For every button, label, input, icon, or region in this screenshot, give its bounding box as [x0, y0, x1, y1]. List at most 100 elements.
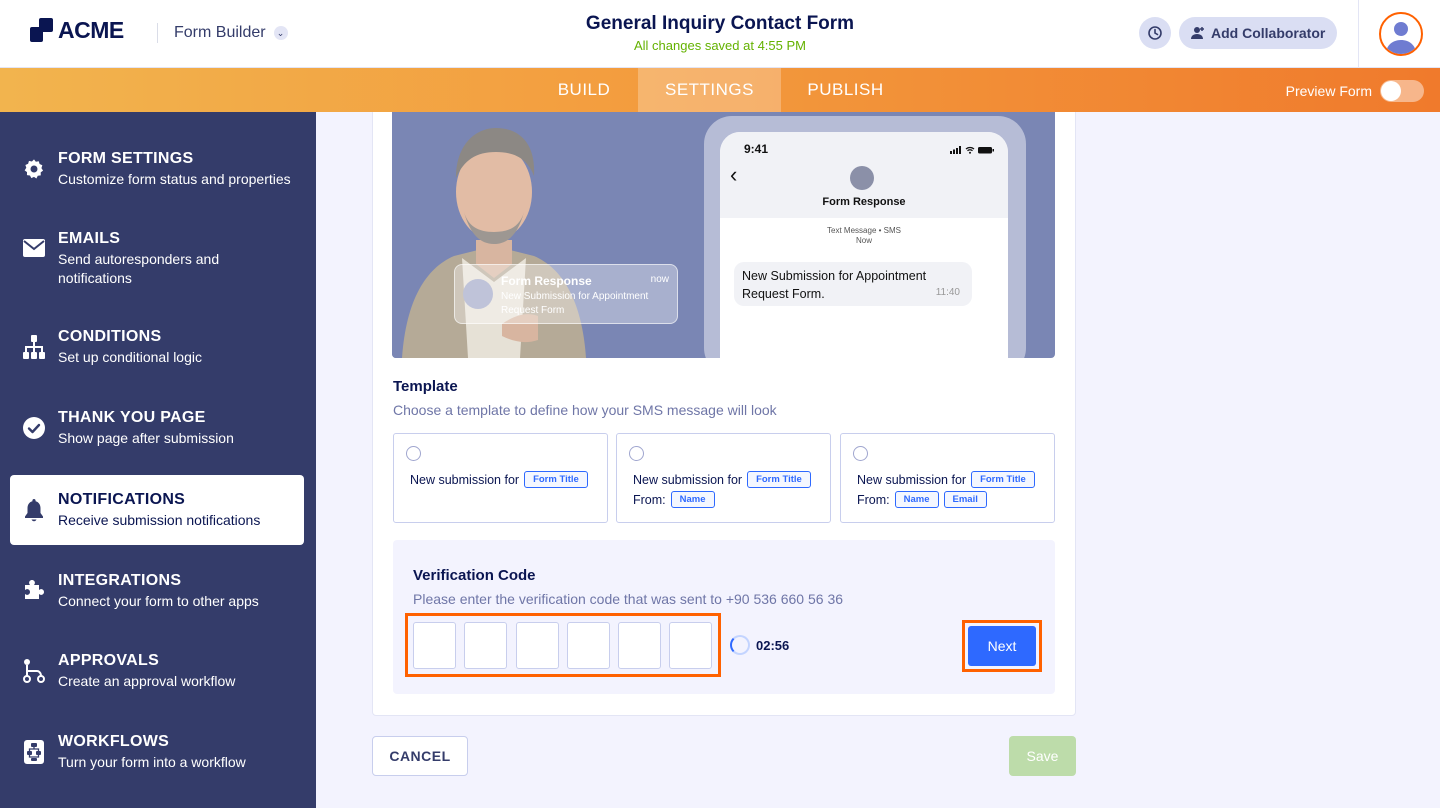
template-from-text: From: — [633, 492, 666, 507]
sidebar-item-subtitle: Set up conditional logic — [58, 348, 202, 365]
check-circle-icon — [22, 416, 46, 440]
form-title-area: General Inquiry Contact Form All changes… — [520, 13, 920, 53]
name-tag: Name — [670, 491, 715, 508]
template-option-1[interactable]: New submission for Form Title — [393, 433, 608, 523]
template-line: New submission for Form Title — [633, 471, 811, 488]
form-title-tag: Form Title — [524, 471, 588, 488]
user-icon — [1386, 22, 1416, 54]
notification-body: New Submission for Appointment Request F… — [501, 291, 649, 316]
preview-form-control: Preview Form — [1286, 80, 1424, 102]
builder-nav-bar: BUILD SETTINGS PUBLISH Preview Form — [0, 68, 1440, 112]
notification-title: Form Response — [501, 274, 592, 288]
gear-icon — [22, 157, 46, 181]
sidebar-item-title: FORM SETTINGS — [58, 149, 194, 167]
back-chevron-icon: ‹ — [730, 162, 738, 187]
template-from-line: From: Name — [633, 491, 715, 508]
avatar-divider — [1358, 0, 1359, 68]
preview-form-toggle[interactable] — [1380, 80, 1424, 102]
save-status: All changes saved at 4:55 PM — [634, 38, 806, 53]
user-avatar[interactable] — [1379, 12, 1423, 56]
revision-history-button[interactable] — [1139, 17, 1171, 49]
template-section-title: Template — [393, 378, 458, 395]
sms-message-time: 11:40 — [935, 287, 960, 298]
verification-code-group — [405, 613, 721, 677]
verification-panel: Verification Code Please enter the verif… — [393, 540, 1055, 694]
template-option-2[interactable]: New submission for Form Title From: Name — [616, 433, 831, 523]
sidebar-item-integrations[interactable]: INTEGRATIONS Connect your form to other a… — [10, 556, 304, 626]
template-from-text: From: — [857, 492, 890, 507]
template-radio[interactable] — [406, 446, 421, 461]
sms-header: 9:41 ‹ Form Response — [720, 132, 1008, 218]
notification-time: now — [650, 274, 669, 285]
sidebar-item-title: THANK YOU PAGE — [58, 408, 206, 426]
save-button[interactable]: Save — [1009, 736, 1076, 776]
code-digit-4[interactable] — [567, 622, 610, 669]
verification-title: Verification Code — [413, 567, 536, 584]
sms-meta: Text Message • SMS Now — [720, 226, 1008, 246]
name-tag: Name — [894, 491, 939, 508]
template-from-line: From: Name Email — [857, 491, 987, 508]
code-digit-2[interactable] — [464, 622, 507, 669]
tab-settings[interactable]: SETTINGS — [638, 68, 781, 112]
sidebar-item-notifications[interactable]: NOTIFICATIONS Receive submission notifica… — [10, 475, 304, 545]
spinner-icon — [730, 635, 750, 655]
form-title-tag: Form Title — [747, 471, 811, 488]
envelope-icon — [22, 236, 46, 260]
app-switcher[interactable]: Form Builder ⌄ — [174, 24, 288, 42]
phone-screen: 9:41 ‹ Form Response Text Message • SMS … — [720, 132, 1008, 358]
preview-form-label: Preview Form — [1285, 83, 1372, 99]
sidebar-item-title: EMAILS — [58, 230, 121, 247]
next-button[interactable]: Next — [968, 626, 1036, 666]
form-title-tag: Form Title — [971, 471, 1035, 488]
acme-logo[interactable]: ACME — [30, 17, 124, 44]
sidebar-item-workflows[interactable]: WORKFLOWS Turn your form into a workflow — [10, 717, 304, 787]
template-option-3[interactable]: New submission for Form Title From: Name… — [840, 433, 1055, 523]
sidebar-scrollbar[interactable] — [306, 112, 316, 808]
email-tag: Email — [943, 491, 987, 508]
sms-meta-type: Text Message • SMS — [827, 226, 901, 235]
chevron-down-icon: ⌄ — [273, 26, 288, 40]
add-collaborator-label: Add Collaborator — [1211, 25, 1326, 41]
template-text: New submission for — [410, 472, 520, 487]
sidebar-item-emails[interactable]: EMAILS Send autoresponders and notificati… — [10, 220, 304, 300]
sidebar-item-subtitle: Customize form status and properties — [58, 170, 291, 187]
verification-subtitle: Please enter the verification code that … — [413, 591, 844, 607]
next-button-highlight: Next — [962, 620, 1042, 672]
sidebar-item-title: CONDITIONS — [58, 327, 162, 345]
sidebar-item-conditions[interactable]: CONDITIONS Set up conditional logic — [10, 312, 304, 382]
sidebar-item-title: NOTIFICATIONS — [58, 490, 186, 508]
timer-value: 02:56 — [756, 637, 790, 653]
app-name: Form Builder — [174, 24, 266, 41]
main-content: Form Response now New Submission for App… — [316, 112, 1440, 808]
cancel-button[interactable]: CANCEL — [372, 736, 468, 776]
tab-publish[interactable]: PUBLISH — [781, 68, 910, 112]
sidebar-item-title: INTEGRATIONS — [58, 571, 182, 589]
code-digit-3[interactable] — [516, 622, 559, 669]
tab-build[interactable]: BUILD — [530, 68, 638, 112]
code-digit-6[interactable] — [669, 622, 712, 669]
sidebar-item-subtitle: Send autoresponders and notifications — [58, 251, 220, 286]
sms-contact-name: Form Response — [822, 196, 906, 208]
logo-mark-icon — [30, 17, 54, 44]
sms-meta-time: Now — [855, 236, 872, 245]
template-section-subtitle: Choose a template to define how your SMS… — [393, 402, 777, 418]
sidebar-item-form-settings[interactable]: FORM SETTINGS Customize form status and p… — [10, 134, 304, 204]
add-collaborator-button[interactable]: Add Collaborator — [1179, 17, 1338, 49]
sidebar-item-subtitle: Create an approval workflow — [58, 672, 236, 689]
form-title[interactable]: General Inquiry Contact Form — [520, 13, 920, 35]
notification-avatar-icon — [463, 279, 493, 309]
countdown-timer: 02:56 — [730, 635, 789, 655]
signal-battery-icon — [950, 146, 994, 154]
template-radio[interactable] — [629, 446, 644, 461]
sidebar-item-title: WORKFLOWS — [58, 732, 170, 750]
sidebar-item-approvals[interactable]: APPROVALS Create an approval workflow — [10, 636, 304, 706]
code-digit-1[interactable] — [413, 622, 456, 669]
add-user-icon — [1191, 27, 1204, 39]
template-radio[interactable] — [853, 446, 868, 461]
sidebar-item-thank-you-page[interactable]: THANK YOU PAGE Show page after submission — [10, 393, 304, 463]
hierarchy-icon — [22, 335, 46, 359]
template-text: New submission for — [857, 472, 967, 487]
code-digit-5[interactable] — [618, 622, 661, 669]
template-text: New submission for — [633, 472, 743, 487]
phone-clock: 9:41 — [744, 142, 769, 156]
